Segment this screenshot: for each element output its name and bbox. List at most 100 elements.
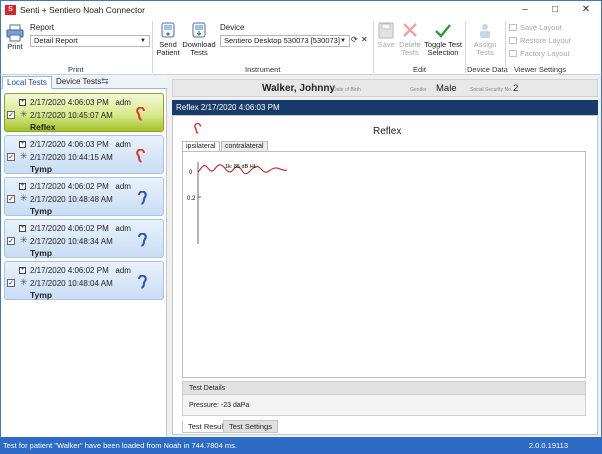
test-measured-time: 2/17/2020 10:44:15 AM — [30, 153, 113, 162]
test-downloaded-info: 2/17/2020 4:06:02 PM adm — [30, 266, 131, 275]
star-icon: ✳ — [20, 235, 28, 245]
delete-tests-button[interactable]: Delete Tests — [398, 22, 422, 57]
checkmark-icon — [435, 24, 451, 38]
left-ear-icon — [138, 233, 147, 247]
expand-icon[interactable]: + — [19, 141, 26, 148]
send-patient-label: Send Patient — [156, 40, 180, 57]
detail-content: Reflex ipsilateral contralateral 0 0.2 1… — [172, 115, 598, 435]
viewer-settings-group-label: Viewer Settings — [514, 65, 566, 74]
save-layout-label: Save Layout — [520, 23, 562, 32]
test-measured-time: 2/17/2020 10:48:48 AM — [30, 195, 113, 204]
test-user: adm — [115, 140, 131, 149]
pressure-value: Pressure: -23 daPa — [189, 402, 250, 409]
test-checkbox[interactable]: ✓ — [7, 195, 15, 203]
patient-gender: Male — [436, 83, 457, 94]
test-list-item[interactable]: ✓ +2/17/2020 4:06:03 PM adm ✳ 2/17/2020 10:… — [4, 135, 164, 174]
refresh-device-icon[interactable]: ⟳ — [351, 35, 358, 44]
device-select-value: Sentiero Desktop 530073 [530073] — [224, 36, 340, 45]
tab-device-tests[interactable]: Device Tests — [52, 76, 105, 89]
ribbon-separator — [505, 21, 506, 73]
y-tick-label-0.2: 0.2 — [187, 196, 196, 202]
assign-tests-button[interactable]: Assign Tests — [471, 22, 499, 57]
clear-device-icon[interactable]: ✕ — [361, 35, 368, 44]
ribbon-separator — [152, 21, 153, 73]
test-name: Tymp — [30, 290, 53, 300]
star-icon: ✳ — [20, 193, 28, 203]
test-user: adm — [115, 224, 131, 233]
curve-label: 1k: 85 dB HL — [225, 164, 257, 170]
ssn-label: Social Security No. — [470, 87, 513, 93]
gender-label: Gender — [410, 87, 427, 93]
tab-local-tests[interactable]: Local Tests — [2, 76, 52, 89]
save-label: Save — [377, 40, 395, 49]
test-user: adm — [115, 98, 131, 107]
star-icon: ✳ — [20, 109, 28, 119]
assign-tests-label: Assign Tests — [473, 40, 497, 57]
expand-icon[interactable]: + — [19, 225, 26, 232]
reflex-graph: 0 0.2 1k: 85 dB HL — [182, 151, 586, 378]
restore-layout-label: Restore Layout — [520, 36, 571, 45]
download-tests-label: Download Tests — [182, 40, 216, 57]
expand-icon[interactable]: + — [19, 183, 26, 190]
tab-test-settings[interactable]: Test Settings — [223, 420, 278, 433]
chevron-down-icon: ▼ — [140, 38, 146, 44]
test-details-section: Test Details Pressure: -23 daPa — [182, 381, 586, 416]
printer-icon — [6, 24, 24, 42]
status-message: Test for patient "Walker" have been load… — [3, 441, 237, 450]
sync-icon[interactable]: ⇆ — [101, 76, 109, 87]
factory-layout-button[interactable]: Factory Layout — [509, 49, 570, 58]
save-button[interactable]: Save — [375, 22, 397, 49]
layout-icon — [509, 50, 517, 57]
report-select[interactable]: Detail Report ▼ — [30, 35, 150, 47]
test-downloaded-info: 2/17/2020 4:06:03 PM adm — [30, 140, 131, 149]
star-icon: ✳ — [20, 277, 28, 287]
test-checkbox[interactable]: ✓ — [7, 153, 15, 161]
app-logo-icon: S — [5, 5, 16, 15]
report-label: Report — [30, 23, 55, 32]
toggle-test-selection-button[interactable]: Toggle Test Selection — [422, 22, 464, 57]
test-downloaded-time: 2/17/2020 4:06:03 PM — [30, 98, 109, 107]
test-checkbox[interactable]: ✓ — [7, 279, 15, 287]
test-name: Tymp — [30, 206, 53, 216]
print-label: Print — [7, 42, 23, 51]
right-ear-icon — [136, 107, 145, 121]
layout-icon — [509, 24, 517, 31]
patient-name: Walker, Johnny — [262, 83, 335, 94]
expand-icon[interactable]: + — [19, 99, 26, 106]
test-list-item[interactable]: ✓ +2/17/2020 4:06:03 PM adm ✳ 2/17/2020 10:… — [4, 93, 164, 132]
test-list-item[interactable]: ✓ +2/17/2020 4:06:02 PM adm ✳ 2/17/2020 10:… — [4, 261, 164, 300]
right-ear-icon — [194, 123, 202, 134]
restore-layout-button[interactable]: Restore Layout — [509, 36, 571, 45]
save-layout-button[interactable]: Save Layout — [509, 23, 562, 32]
device-select[interactable]: Sentiero Desktop 530073 [530073] ▼ — [220, 35, 350, 47]
test-name: Tymp — [30, 164, 53, 174]
print-button[interactable]: Print — [4, 24, 26, 51]
test-list-item[interactable]: ✓ +2/17/2020 4:06:02 PM adm ✳ 2/17/2020 10:… — [4, 219, 164, 258]
test-measured-time: 2/17/2020 10:48:04 AM — [30, 279, 113, 288]
delete-icon — [403, 23, 417, 37]
patient-header: Walker, Johnny Date of Birth Gender Male… — [172, 79, 598, 97]
device-data-group-label: Device Data — [467, 65, 508, 74]
ribbon-separator — [465, 21, 466, 73]
expand-icon[interactable]: + — [19, 267, 26, 274]
print-group-label: Print — [68, 65, 84, 74]
send-patient-icon — [161, 22, 175, 38]
right-ear-icon — [136, 149, 145, 163]
test-list-item[interactable]: ✓ +2/17/2020 4:06:02 PM adm ✳ 2/17/2020 10:… — [4, 177, 164, 216]
report-select-value: Detail Report — [34, 36, 78, 45]
test-checkbox[interactable]: ✓ — [7, 111, 15, 119]
tests-tab-bar: Local Tests Device Tests ⇆ — [1, 75, 167, 89]
close-button[interactable]: ✕ — [576, 3, 596, 17]
maximize-button[interactable]: □ — [545, 3, 565, 17]
device-label: Device — [220, 23, 245, 32]
download-tests-button[interactable]: Download Tests — [181, 22, 217, 57]
test-details-header: Test Details — [183, 382, 585, 395]
patient-ssn: 2 — [513, 83, 519, 94]
test-downloaded-time: 2/17/2020 4:06:02 PM — [30, 224, 109, 233]
toggle-test-selection-label: Toggle Test Selection — [424, 40, 462, 57]
test-checkbox[interactable]: ✓ — [7, 237, 15, 245]
send-patient-button[interactable]: Send Patient — [155, 22, 181, 57]
minimize-button[interactable]: – — [515, 3, 535, 17]
status-bar: Test for patient "Walker" have been load… — [0, 437, 602, 454]
test-user: adm — [115, 266, 131, 275]
